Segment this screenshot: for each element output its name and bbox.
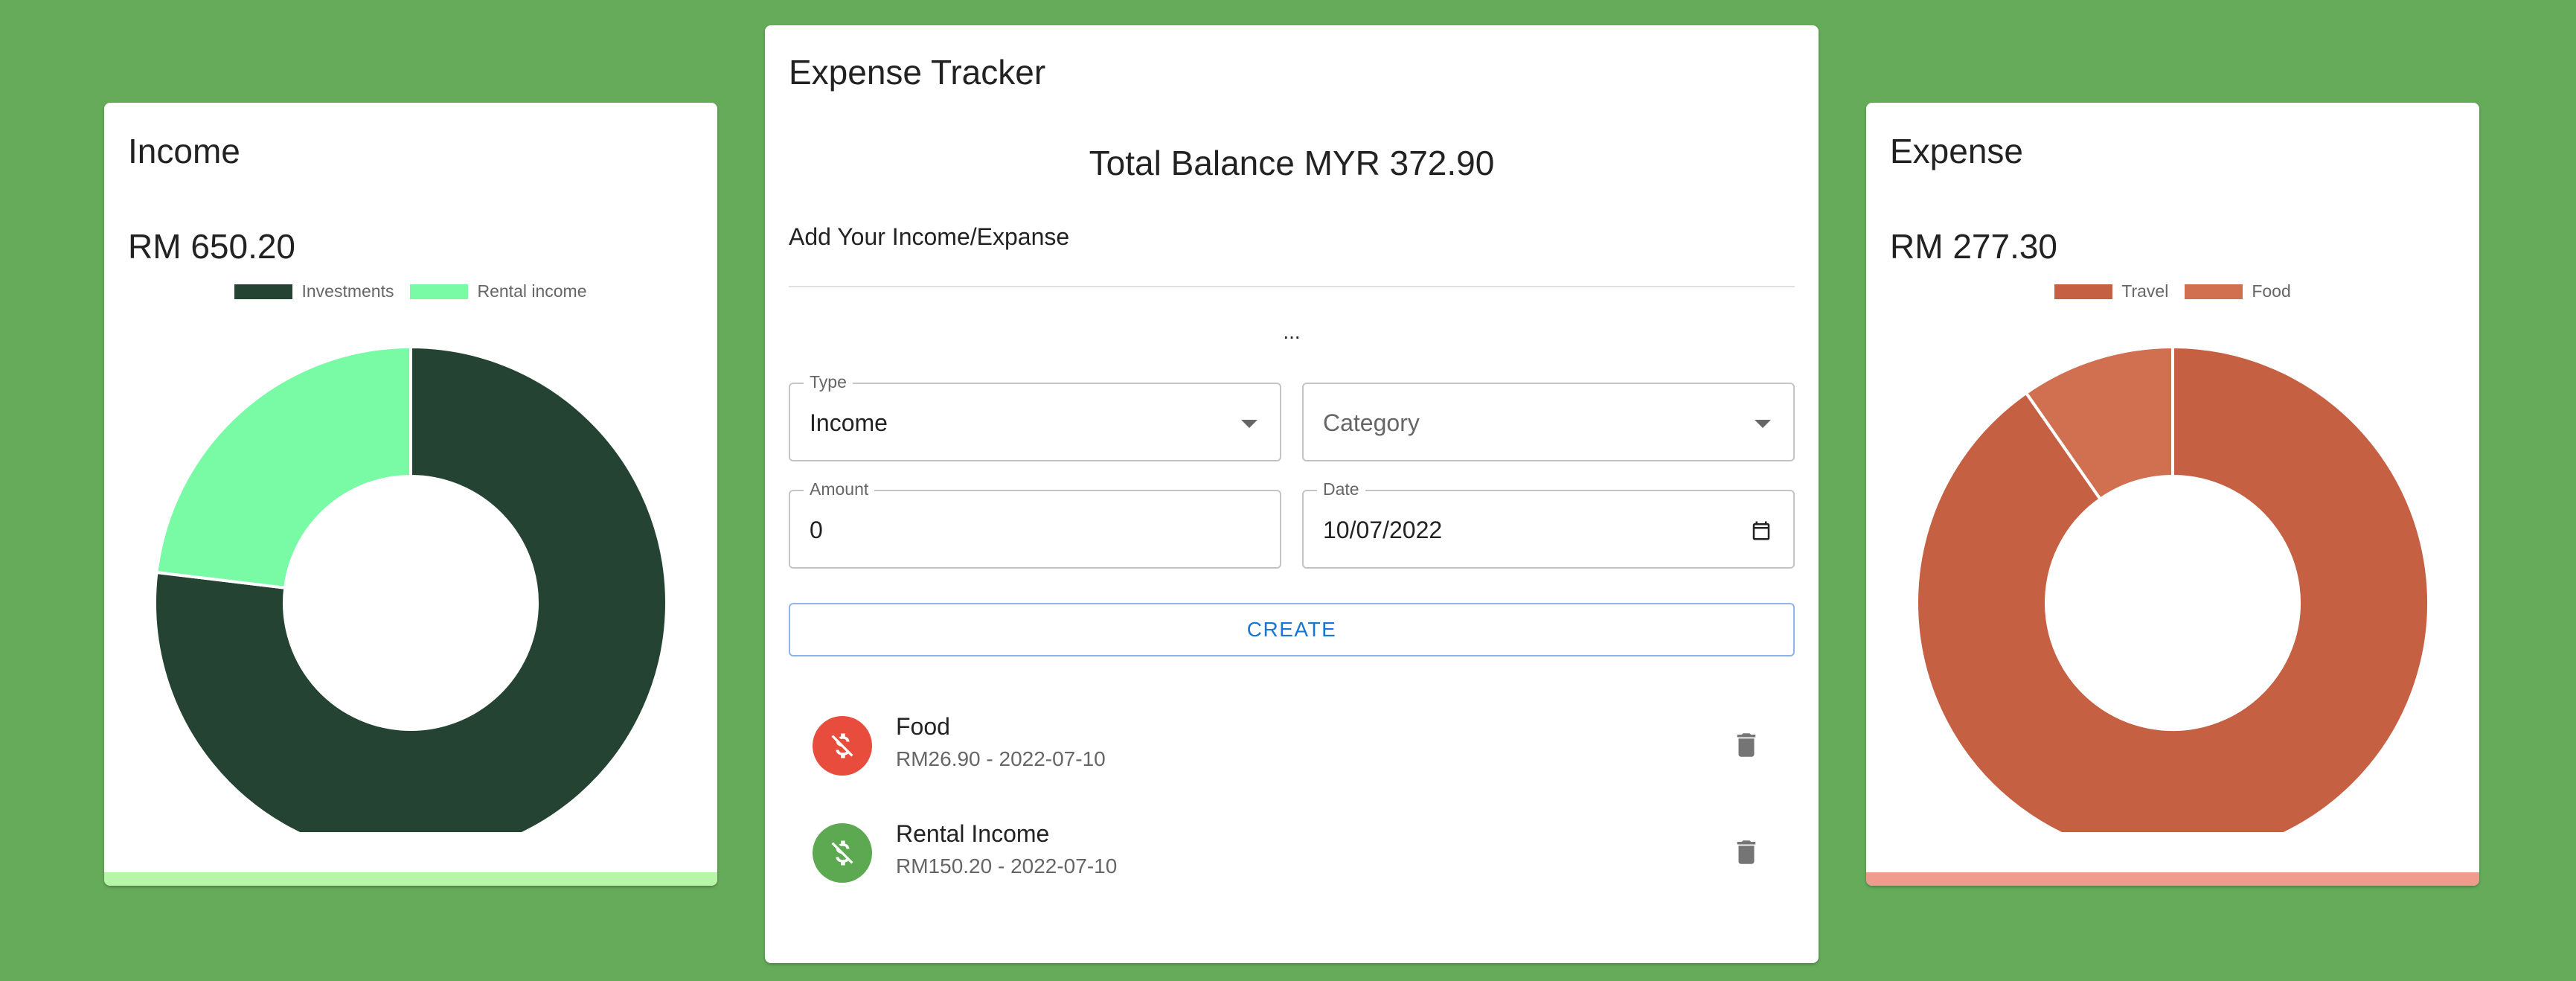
chevron-down-icon [1241,420,1257,428]
expense-legend-label-food: Food [2252,281,2291,301]
tracker-title: Expense Tracker [789,53,1046,92]
expense-title: Expense [1890,132,2024,170]
expense-legend-item-travel[interactable]: Travel [2054,281,2168,301]
transaction-avatar [813,716,872,776]
divider [789,286,1795,287]
amount-value: 0 [810,517,823,543]
amount-label: Amount [804,479,875,499]
expense-amount: RM 277.30 [1890,227,2058,266]
transaction-name: Rental Income [896,820,1050,847]
transaction-avatar [813,823,872,883]
income-legend-item-investments[interactable]: Investments [234,281,394,301]
income-legend: Investments Rental income [104,281,717,301]
category-placeholder: Category [1323,409,1420,436]
date-label: Date [1317,479,1365,499]
chevron-down-icon [1755,420,1771,428]
income-legend-label-rental: Rental income [477,281,587,301]
total-balance: Total Balance MYR 372.90 [1089,144,1495,182]
expense-legend-item-food[interactable]: Food [2185,281,2291,301]
income-slice-rental-income[interactable] [155,345,412,589]
date-field[interactable]: Date 10/07/2022 [1302,479,1795,569]
type-label: Type [804,372,853,392]
type-select[interactable]: Type Income [789,372,1281,461]
expense-tracker-card: Expense Tracker Total Balance MYR 372.90… [765,25,1819,963]
status-ellipsis: ... [1283,320,1301,343]
expense-card: Expense RM 277.30 Travel Food [1866,103,2479,886]
expense-legend-swatch-travel [2054,284,2113,299]
transaction-meta: RM150.20 - 2022-07-10 [896,854,1118,878]
income-donut-chart [153,345,668,832]
transaction-list-item[interactable]: Food RM26.90 - 2022-07-10 [813,709,1795,790]
expense-donut-chart [1915,345,2430,832]
expense-bottom-bar [1866,872,2479,886]
income-legend-swatch-rental [410,284,469,299]
type-value: Income [810,409,888,436]
delete-icon[interactable] [1731,729,1762,761]
expense-legend: Travel Food [1866,281,2479,301]
expense-legend-swatch-food [2185,284,2243,299]
money-off-icon [831,840,853,866]
date-value: 10/07/2022 [1323,517,1443,543]
delete-icon[interactable] [1731,837,1762,868]
money-off-icon [831,733,853,758]
income-legend-label-investments: Investments [301,281,394,301]
calendar-icon[interactable] [1750,520,1772,542]
income-bottom-bar [104,872,717,886]
expense-legend-label-travel: Travel [2121,281,2169,301]
income-amount: RM 650.20 [128,227,296,266]
transaction-name: Food [896,713,950,740]
transaction-list-item[interactable]: Rental Income RM150.20 - 2022-07-10 [813,816,1795,898]
amount-field[interactable]: Amount 0 [789,479,1281,569]
add-entry-subtitle: Add Your Income/Expanse [789,223,1070,250]
income-legend-item-rental[interactable]: Rental income [410,281,587,301]
income-title: Income [128,132,240,170]
income-legend-swatch-investments [234,284,293,299]
transaction-meta: RM26.90 - 2022-07-10 [896,747,1106,770]
create-button[interactable]: CREATE [789,603,1795,656]
category-select[interactable]: Category [1302,383,1795,461]
income-card: Income RM 650.20 Investments Rental inco… [104,103,717,886]
